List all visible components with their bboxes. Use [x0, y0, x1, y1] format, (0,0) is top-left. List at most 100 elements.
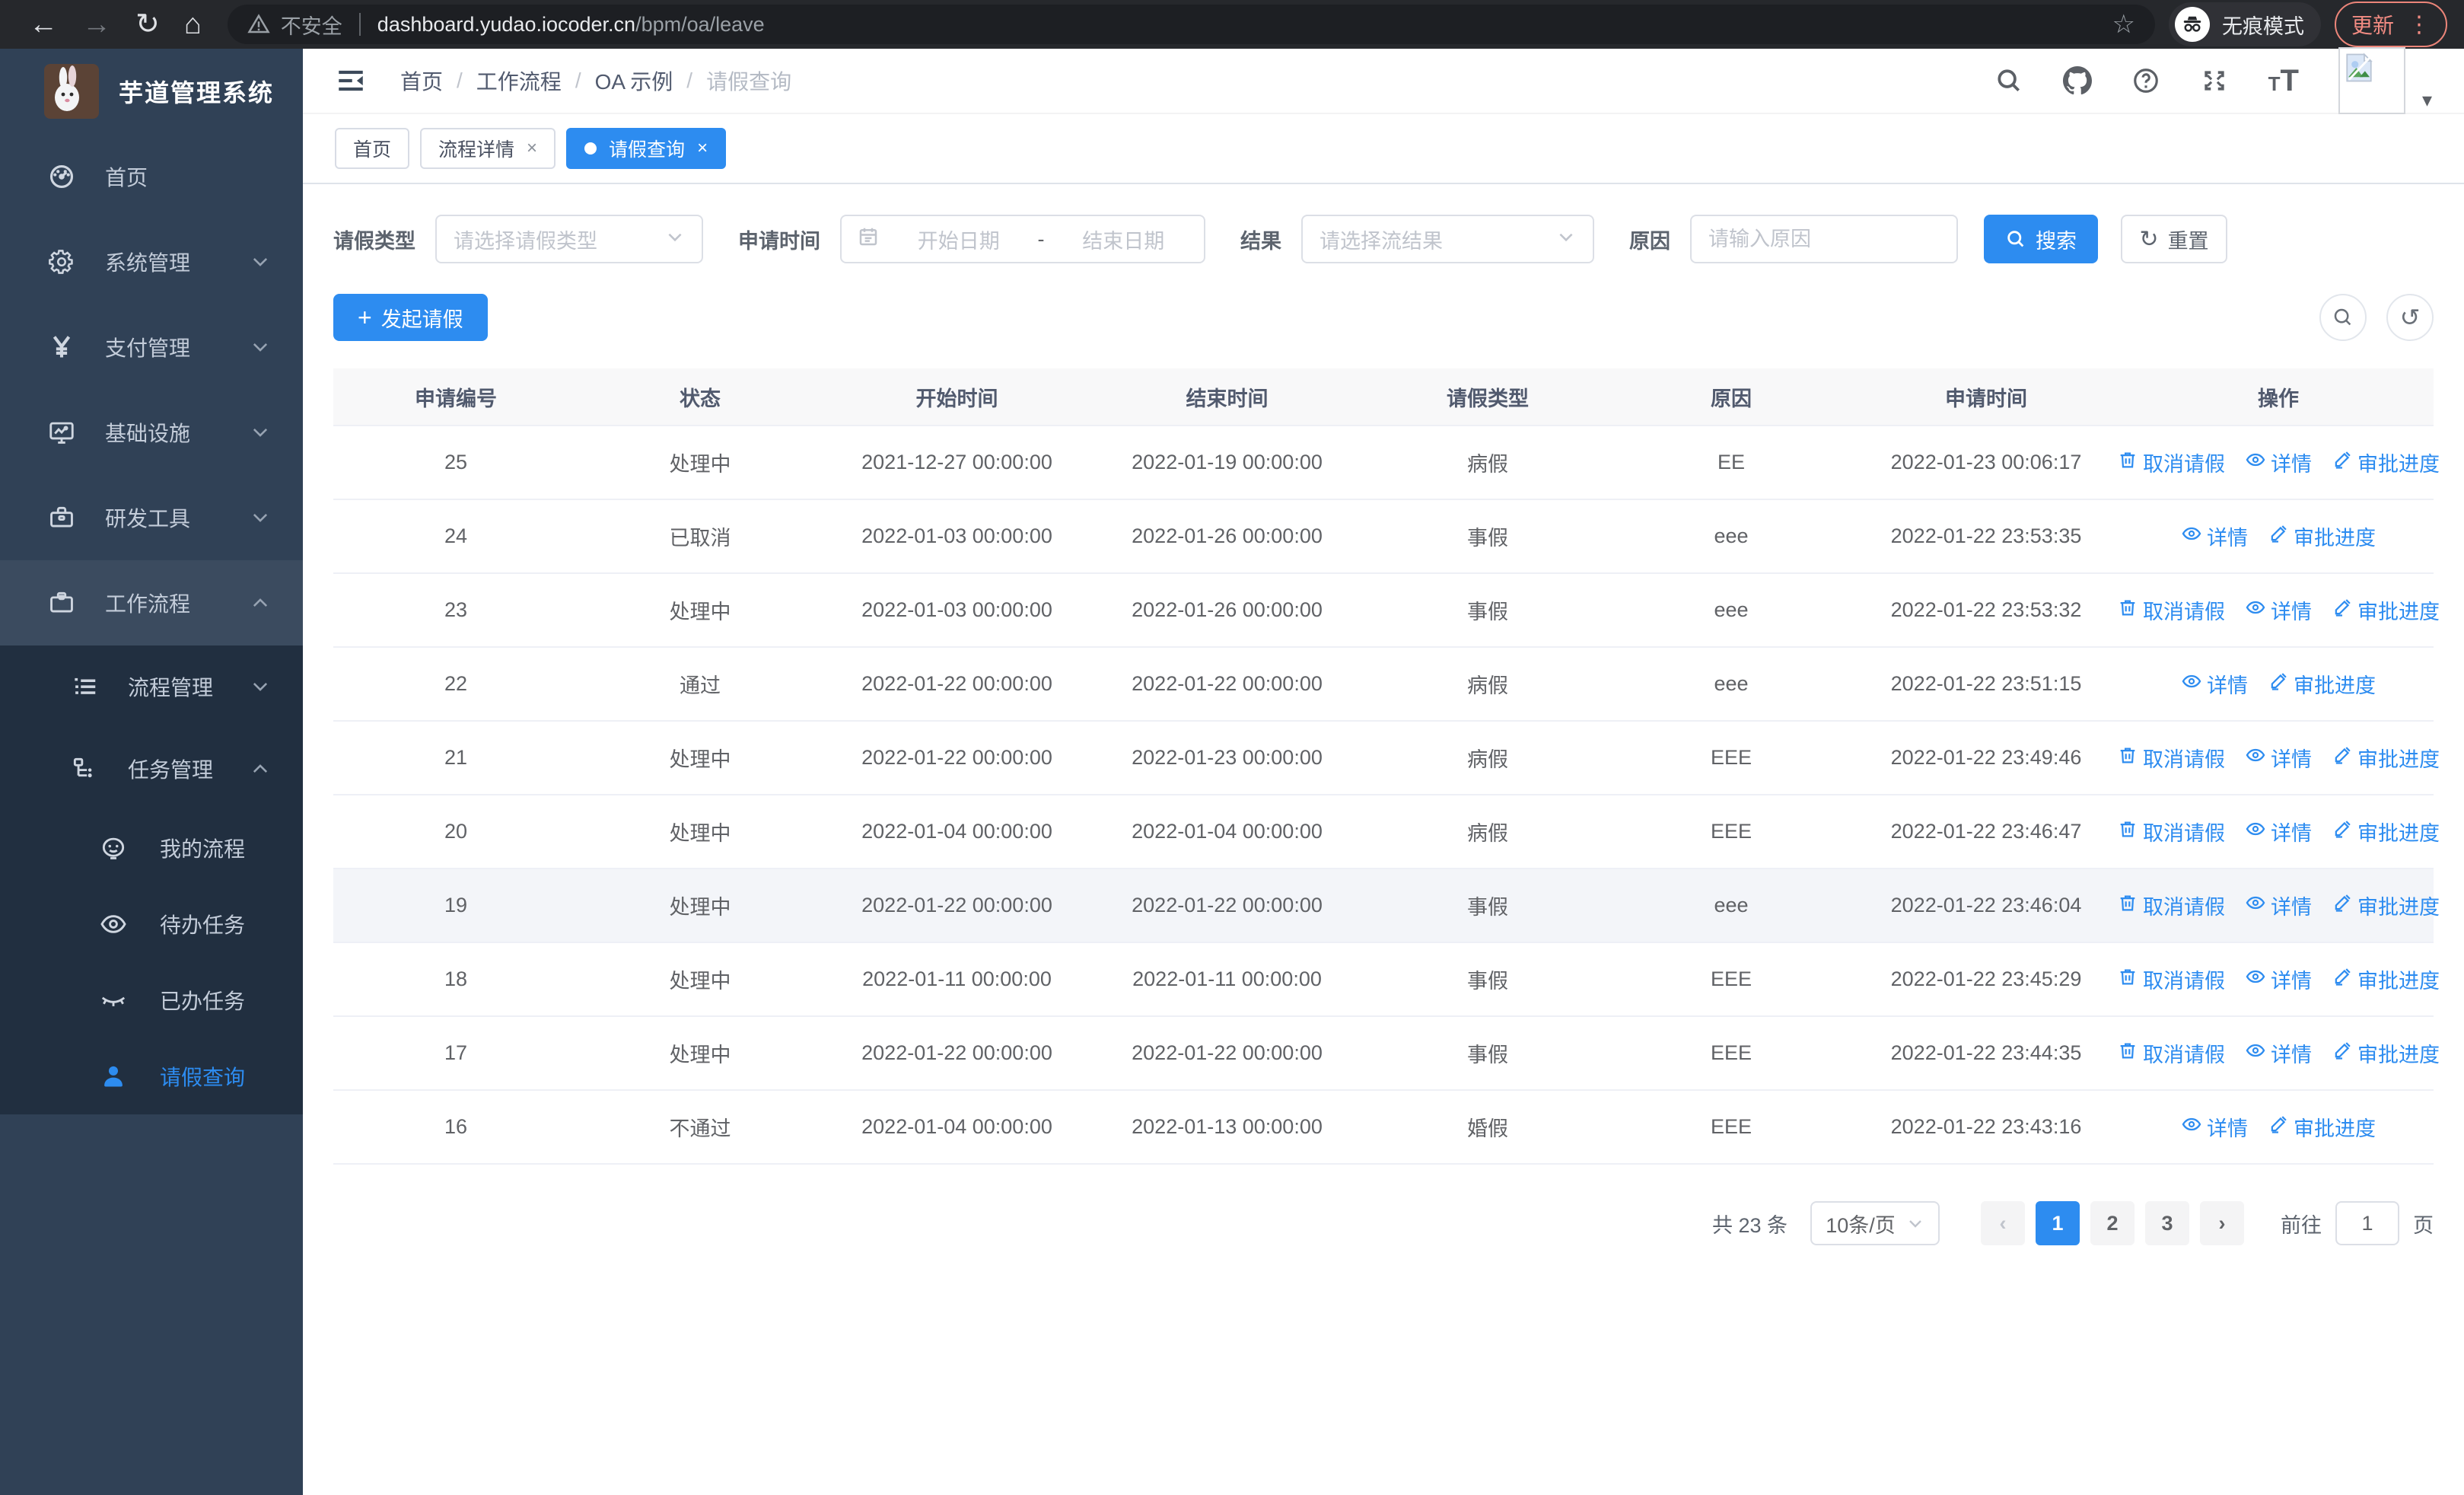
browser-update-button[interactable]: 更新 ⋮ [2334, 2, 2447, 47]
breadcrumb-item[interactable]: 首页 [400, 65, 443, 96]
back-icon[interactable]: ← [29, 10, 58, 39]
avatar[interactable] [2338, 47, 2405, 114]
collapse-sidebar-icon[interactable] [335, 65, 367, 97]
detail-action-link[interactable]: 详情 [2181, 669, 2248, 699]
table-row: 17 处理中 2022-01-22 00:00:00 2022-01-22 00:00… [333, 1017, 2440, 1091]
browser-menu-icon[interactable]: ⋮ [2408, 11, 2431, 38]
prev-page-button[interactable]: ‹ [1981, 1201, 2025, 1245]
chevron-down-icon [250, 507, 271, 528]
tab-label: 请假查询 [609, 139, 686, 161]
action-label: 详情 [2207, 527, 2248, 550]
search-button[interactable]: 搜索 [1984, 215, 2098, 263]
cancel-action-link[interactable]: 取消请假 [2117, 1038, 2225, 1068]
result-select[interactable]: 请选择流结果 [1301, 215, 1594, 263]
search-icon[interactable] [1994, 66, 2023, 95]
tab-请假查询[interactable]: 请假查询 × [566, 128, 727, 169]
progress-action-link[interactable]: 审批进度 [2332, 1038, 2440, 1068]
sidebar-item-研发工具[interactable]: 研发工具 [0, 475, 303, 560]
detail-eye-icon [2245, 744, 2266, 771]
sidebar-item-流程管理[interactable]: 流程管理 [0, 645, 303, 728]
page-button-1[interactable]: 1 [2036, 1201, 2080, 1245]
reason-input[interactable] [1690, 215, 1958, 263]
table-row: 23 处理中 2022-01-03 00:00:00 2022-01-26 00:00… [333, 574, 2440, 648]
progress-action-link[interactable]: 审批进度 [2332, 448, 2440, 477]
reset-button[interactable]: ↻ 重置 [2121, 215, 2227, 263]
action-label: 取消请假 [2143, 601, 2225, 623]
action-label: 详情 [2271, 1044, 2312, 1066]
sidebar-item-待办任务[interactable]: 待办任务 [0, 886, 303, 962]
cell-end: 2022-01-22 00:00:00 [1132, 894, 1323, 916]
detail-action-link[interactable]: 详情 [2245, 743, 2312, 773]
close-icon[interactable]: × [527, 138, 537, 159]
progress-action-link[interactable]: 审批进度 [2268, 1112, 2376, 1142]
detail-action-link[interactable]: 详情 [2181, 1112, 2248, 1142]
font-size-icon[interactable]: TT [2268, 64, 2299, 98]
cancel-action-link[interactable]: 取消请假 [2117, 891, 2225, 920]
cell-actions: 取消请假 详情 审批进度 [2120, 891, 2440, 920]
cell-actions: 取消请假 详情 审批进度 [2120, 964, 2440, 994]
breadcrumb-item[interactable]: 工作流程 [476, 65, 562, 96]
progress-action-link[interactable]: 审批进度 [2332, 817, 2440, 846]
goto-page-input[interactable] [2335, 1201, 2399, 1245]
detail-action-link[interactable]: 详情 [2245, 817, 2312, 846]
start-date-placeholder: 开始日期 [917, 229, 1000, 253]
action-label: 取消请假 [2143, 453, 2225, 476]
forward-icon[interactable]: → [82, 10, 111, 39]
table-header-row: 申请编号 状态 开始时间 结束时间 请假类型 原因 申请时间 操作 [333, 368, 2434, 426]
page-button-3[interactable]: 3 [2145, 1201, 2189, 1245]
pen-icon [2268, 1114, 2289, 1140]
progress-action-link[interactable]: 审批进度 [2268, 521, 2376, 551]
sidebar-item-请假查询[interactable]: 请假查询 [0, 1038, 303, 1114]
detail-action-link[interactable]: 详情 [2245, 448, 2312, 477]
progress-action-link[interactable]: 审批进度 [2332, 743, 2440, 773]
leave-type-select[interactable]: 请选择请假类型 [435, 215, 703, 263]
page-button-2[interactable]: 2 [2090, 1201, 2135, 1245]
home-icon[interactable]: ⌂ [184, 10, 202, 39]
page-size-select[interactable]: 10条/页 [1810, 1201, 1940, 1245]
sidebar-item-任务管理[interactable]: 任务管理 [0, 728, 303, 810]
tab-首页[interactable]: 首页 [335, 128, 410, 169]
bookmark-star-icon[interactable]: ☆ [2112, 9, 2135, 40]
sidebar-item-支付管理[interactable]: 支付管理 [0, 304, 303, 390]
address-bar[interactable]: 不安全 dashboard.yudao.iocoder.cn/bpm/oa/le… [227, 5, 2155, 44]
create-leave-button[interactable]: + 发起请假 [333, 294, 488, 341]
close-icon[interactable]: × [697, 138, 708, 159]
fullscreen-icon[interactable] [2200, 66, 2229, 95]
cancel-action-link[interactable]: 取消请假 [2117, 743, 2225, 773]
sidebar-item-工作流程[interactable]: 工作流程 [0, 560, 303, 645]
detail-action-link[interactable]: 详情 [2245, 595, 2312, 625]
sidebar-item-我的流程[interactable]: 我的流程 [0, 810, 303, 886]
progress-action-link[interactable]: 审批进度 [2332, 891, 2440, 920]
detail-action-link[interactable]: 详情 [2181, 521, 2248, 551]
app-logo-row[interactable]: 芋道管理系统 [0, 49, 303, 134]
detail-action-link[interactable]: 详情 [2245, 1038, 2312, 1068]
apply-time-range-picker[interactable]: 开始日期 - 结束日期 [840, 215, 1205, 263]
progress-action-link[interactable]: 审批进度 [2332, 595, 2440, 625]
cancel-action-link[interactable]: 取消请假 [2117, 595, 2225, 625]
breadcrumb-item[interactable]: OA 示例 [595, 65, 673, 96]
help-icon[interactable] [2131, 66, 2160, 95]
cell-type: 事假 [1467, 970, 1508, 993]
sidebar-item-系统管理[interactable]: 系统管理 [0, 219, 303, 304]
detail-action-link[interactable]: 详情 [2245, 891, 2312, 920]
cell-end: 2022-01-19 00:00:00 [1132, 451, 1323, 473]
sidebar-item-基础设施[interactable]: 基础设施 [0, 390, 303, 475]
sidebar-item-label: 基础设施 [105, 422, 191, 445]
next-page-button[interactable]: › [2200, 1201, 2244, 1245]
toggle-search-button[interactable] [2319, 294, 2367, 341]
reload-icon[interactable]: ↻ [135, 10, 160, 39]
cancel-action-link[interactable]: 取消请假 [2117, 964, 2225, 994]
refresh-table-button[interactable]: ↺ [2386, 294, 2434, 341]
cancel-action-link[interactable]: 取消请假 [2117, 448, 2225, 477]
sidebar-item-首页[interactable]: 首页 [0, 134, 303, 219]
progress-action-link[interactable]: 审批进度 [2332, 964, 2440, 994]
sidebar-item-已办任务[interactable]: 已办任务 [0, 962, 303, 1038]
github-icon[interactable] [2062, 66, 2092, 95]
detail-action-link[interactable]: 详情 [2245, 964, 2312, 994]
progress-action-link[interactable]: 审批进度 [2268, 669, 2376, 699]
column-header-原因: 原因 [1711, 387, 1752, 410]
cell-type: 病假 [1467, 453, 1508, 476]
tab-流程详情[interactable]: 流程详情 × [420, 128, 556, 169]
avatar-dropdown-icon[interactable]: ▾ [2422, 88, 2432, 112]
cancel-action-link[interactable]: 取消请假 [2117, 817, 2225, 846]
